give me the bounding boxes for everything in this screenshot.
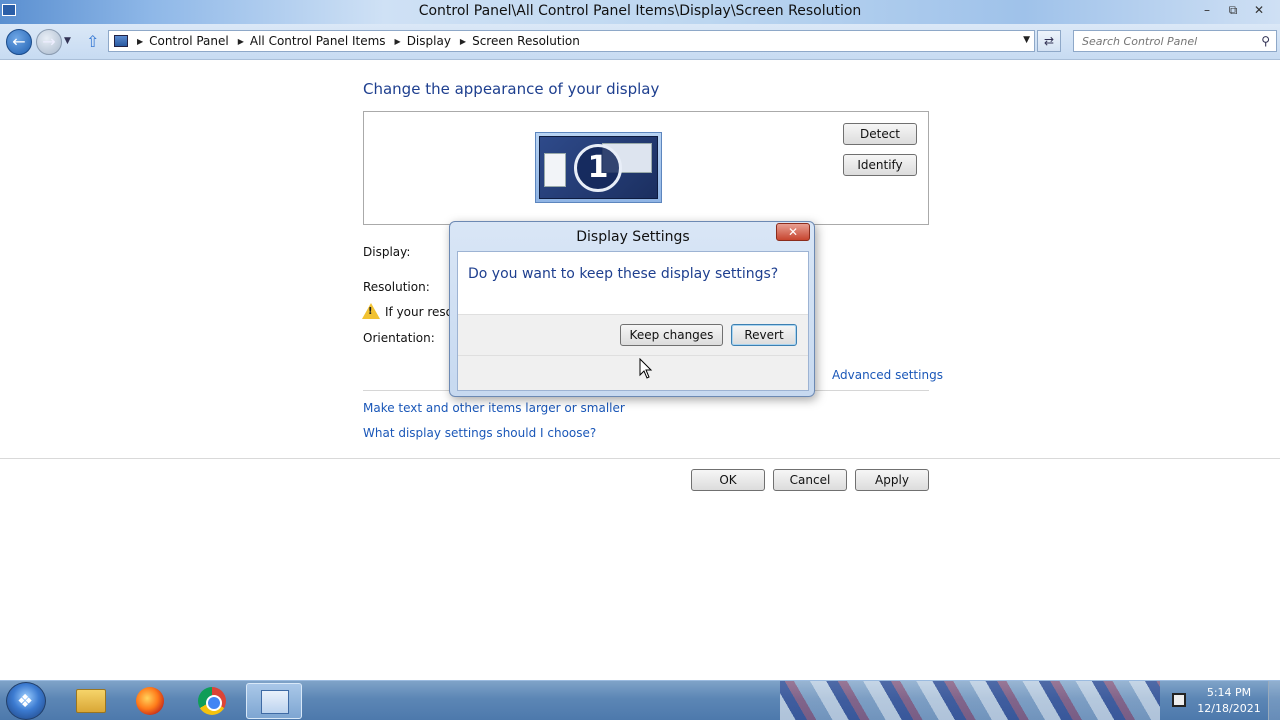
display-settings-dialog: Display Settings ✕ Do you want to keep t…: [449, 221, 815, 397]
search-box[interactable]: ⚲: [1073, 30, 1277, 52]
ok-button[interactable]: OK: [691, 469, 765, 491]
address-history-dropdown-icon[interactable]: ▼: [1023, 35, 1030, 45]
chrome-icon: [198, 687, 226, 715]
system-clock[interactable]: 5:14 PM 12/18/2021: [1196, 685, 1262, 717]
recent-pages-dropdown-icon[interactable]: ▼: [64, 36, 71, 46]
search-input[interactable]: [1074, 31, 1244, 51]
text-size-link[interactable]: Make text and other items larger or smal…: [363, 401, 625, 415]
address-bar[interactable]: ▶ Control Panel ▶ All Control Panel Item…: [108, 30, 1035, 52]
taskbar-control-panel[interactable]: [246, 683, 302, 719]
dialog-button-bar: Keep changes Revert: [458, 314, 808, 356]
monitor-arrangement-panel: 1 Detect Identify: [363, 111, 929, 225]
up-arrow-icon[interactable]: ⇧: [86, 32, 99, 51]
breadcrumb-display[interactable]: Display: [407, 34, 451, 48]
apply-button[interactable]: Apply: [855, 469, 929, 491]
window-controls: – ⧉ ✕: [1196, 2, 1270, 18]
cancel-button[interactable]: Cancel: [773, 469, 847, 491]
detect-button[interactable]: Detect: [843, 123, 917, 145]
monitor-number-badge: 1: [574, 144, 622, 192]
show-desktop-button[interactable]: [1268, 681, 1280, 720]
dialog-body: Do you want to keep these display settin…: [457, 251, 809, 391]
address-toolbar: ← → ▼ ⇧ ▶ Control Panel ▶ All Control Pa…: [0, 24, 1280, 60]
breadcrumb-separator-icon[interactable]: ▶: [460, 37, 466, 46]
footer-divider: [0, 458, 1280, 459]
monitor-screen: 1: [539, 136, 658, 199]
minimize-button[interactable]: –: [1196, 2, 1218, 18]
close-window-button[interactable]: ✕: [1248, 2, 1270, 18]
window-title: Control Panel\All Control Panel Items\Di…: [418, 3, 862, 19]
dialog-footer: [458, 356, 808, 390]
start-button[interactable]: ❖: [6, 682, 46, 720]
breadcrumb-separator-icon[interactable]: ▶: [137, 37, 143, 46]
taskbar-firefox[interactable]: [122, 683, 178, 719]
wallpaper-strip: [780, 681, 1160, 720]
breadcrumb-separator-icon[interactable]: ▶: [395, 37, 401, 46]
forward-button[interactable]: →: [36, 29, 62, 55]
display-label: Display:: [363, 245, 411, 259]
firefox-icon: [136, 687, 164, 715]
breadcrumb-control-panel[interactable]: Control Panel: [149, 34, 229, 48]
monitor-1-thumbnail[interactable]: 1: [535, 132, 662, 203]
control-panel-icon: [261, 690, 289, 714]
control-panel-icon: [114, 35, 128, 47]
resolution-label: Resolution:: [363, 280, 430, 294]
dialog-title: Display Settings: [576, 229, 690, 245]
breadcrumb-screen-resolution[interactable]: Screen Resolution: [472, 34, 580, 48]
windows-logo-icon: ❖: [17, 691, 34, 712]
network-tray-icon[interactable]: [1172, 693, 1186, 707]
revert-button[interactable]: Revert: [731, 324, 797, 346]
orientation-label: Orientation:: [363, 331, 435, 345]
taskbar: ❖ 5:14 PM 12/18/2021: [0, 680, 1280, 720]
breadcrumb-all-items[interactable]: All Control Panel Items: [250, 34, 386, 48]
dialog-close-button[interactable]: ✕: [776, 223, 810, 241]
folder-icon: [76, 689, 106, 713]
refresh-button[interactable]: ⇄: [1037, 30, 1061, 52]
breadcrumb-separator-icon[interactable]: ▶: [238, 37, 244, 46]
identify-button[interactable]: Identify: [843, 154, 917, 176]
warning-icon: !: [362, 303, 380, 319]
window-title-bar: Control Panel\All Control Panel Items\Di…: [0, 0, 1280, 24]
clock-date: 12/18/2021: [1197, 702, 1261, 715]
restore-button[interactable]: ⧉: [1222, 2, 1244, 18]
advanced-settings-link[interactable]: Advanced settings: [832, 368, 943, 382]
clock-time: 5:14 PM: [1206, 686, 1252, 699]
search-icon[interactable]: ⚲: [1261, 34, 1270, 48]
taskbar-chrome[interactable]: [184, 683, 240, 719]
keep-changes-button[interactable]: Keep changes: [620, 324, 723, 346]
dialog-question: Do you want to keep these display settin…: [468, 266, 779, 282]
monitor-mini-window: [544, 153, 566, 187]
mouse-cursor-icon: [639, 358, 653, 379]
display-help-link[interactable]: What display settings should I choose?: [363, 426, 596, 440]
taskbar-windows-explorer[interactable]: [62, 683, 118, 719]
page-heading: Change the appearance of your display: [363, 80, 660, 98]
back-button[interactable]: ←: [6, 29, 32, 55]
